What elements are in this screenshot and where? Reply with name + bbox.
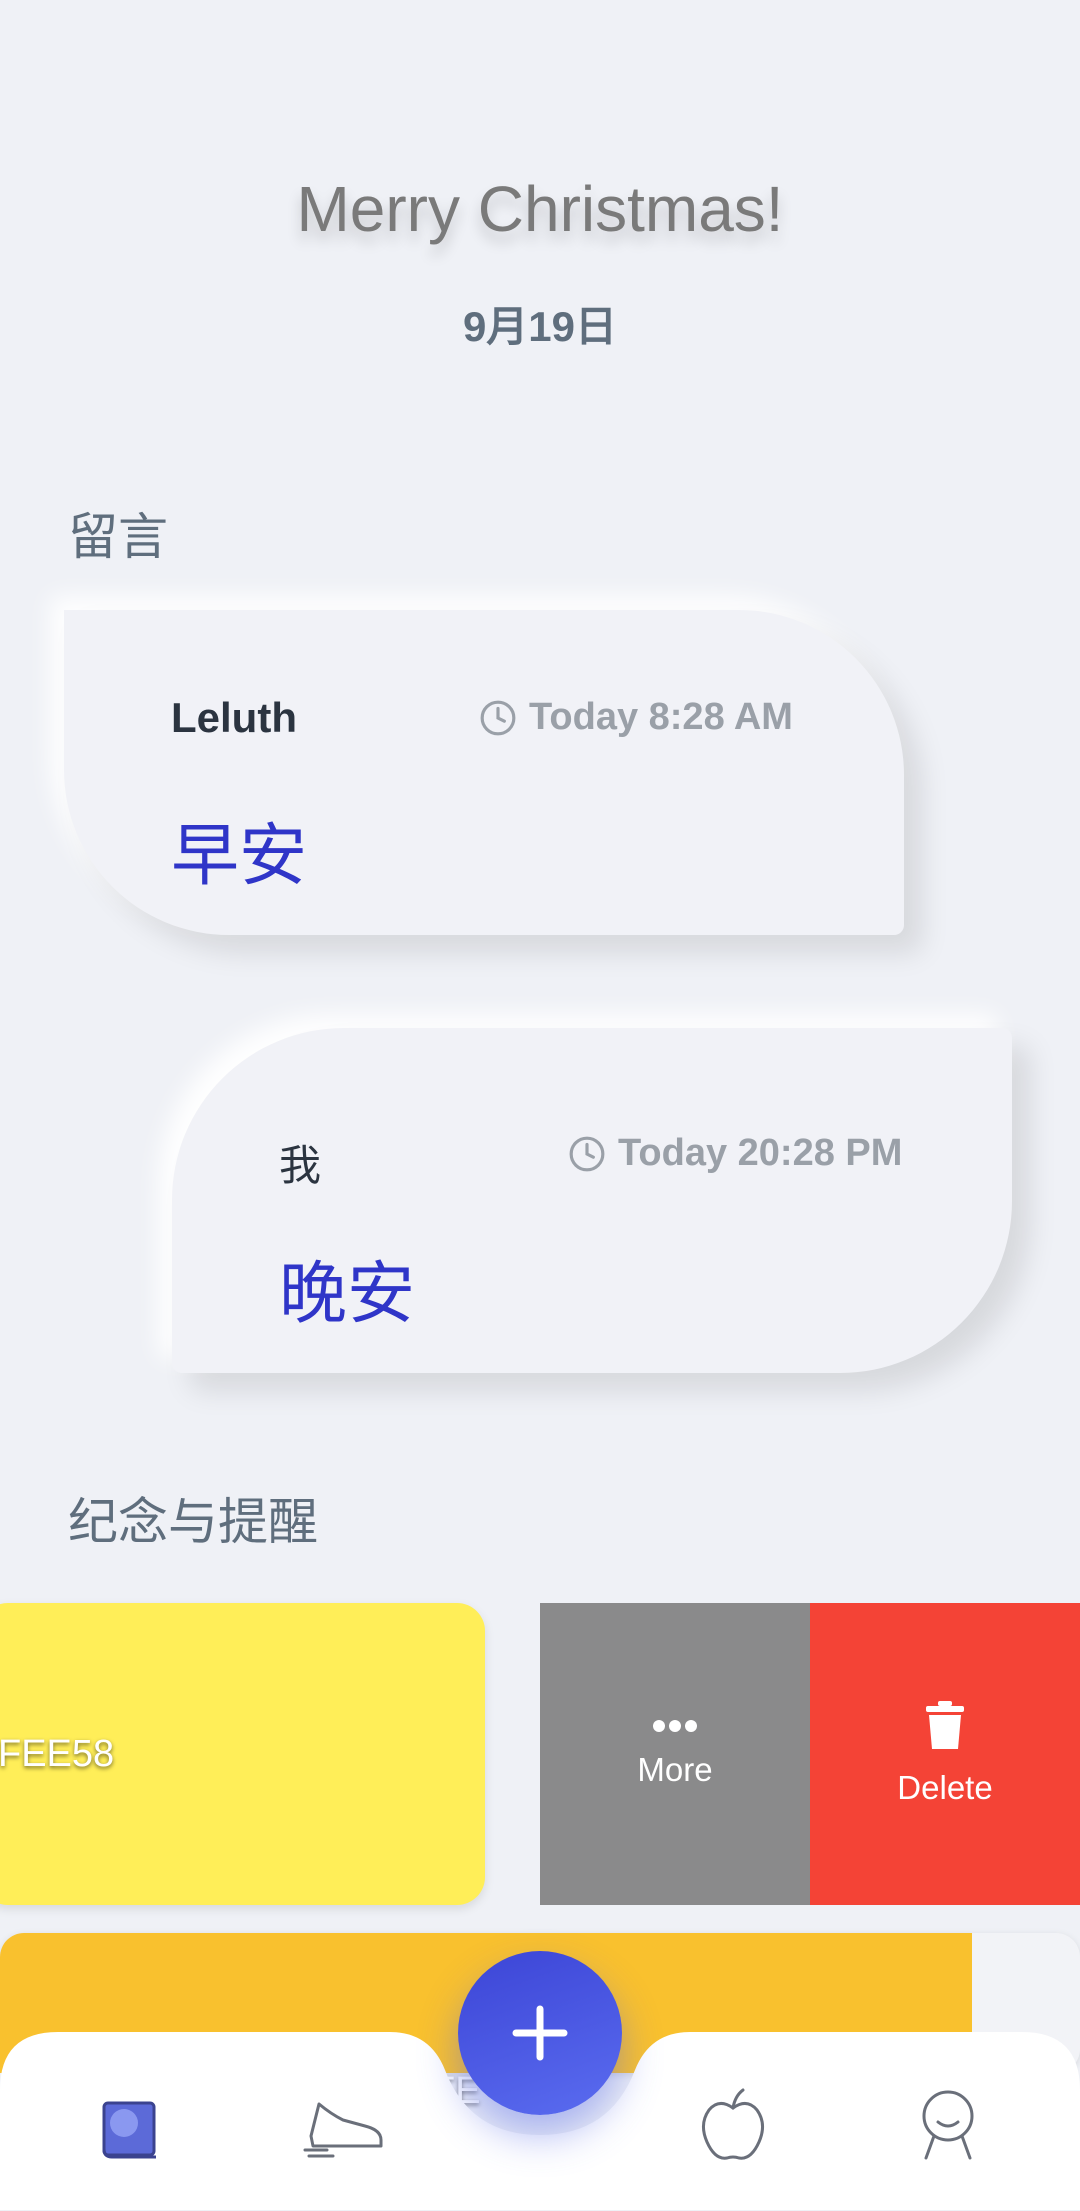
more-button[interactable]: More	[540, 1603, 810, 1905]
nav-profile[interactable]	[898, 2070, 998, 2180]
message-card[interactable]: 我 Today 20:28 PM 晚安	[172, 1028, 1012, 1373]
sneaker-icon	[303, 2102, 383, 2158]
plus-icon	[512, 2005, 568, 2061]
message-time: Today 8:28 AM	[479, 696, 793, 739]
message-text: 晚安	[279, 1256, 416, 1332]
reminder-color-text: FEE58	[0, 1732, 115, 1775]
delete-label: Delete	[897, 1769, 993, 1806]
message-card[interactable]: Leluth Today 8:28 AM 早安	[64, 610, 904, 935]
apple-icon	[702, 2088, 764, 2160]
message-author: Leluth	[171, 694, 297, 741]
messages-section-title: 留言	[68, 509, 168, 565]
profile-icon	[922, 2090, 974, 2160]
reminders-section-title: 纪念与提醒	[68, 1494, 318, 1550]
message-author: 我	[279, 1142, 322, 1189]
trash-icon	[926, 1701, 964, 1749]
clock-icon	[569, 1136, 605, 1171]
message-time-text: Today 8:28 AM	[529, 696, 793, 738]
message-time: Today 20:28 PM	[568, 1132, 902, 1175]
nav-diet[interactable]	[683, 2070, 783, 2180]
add-button[interactable]	[458, 1951, 622, 2115]
page-title: Merry Christmas!	[296, 173, 784, 245]
message-time-text: Today 20:28 PM	[618, 1132, 903, 1174]
clock-icon	[480, 700, 516, 735]
more-dots-icon	[653, 1720, 697, 1732]
more-label: More	[637, 1751, 713, 1788]
message-text: 早安	[171, 818, 308, 894]
page-date: 9月19日	[462, 303, 618, 350]
delete-button[interactable]: Delete	[810, 1603, 1080, 1905]
nav-exercise[interactable]	[295, 2070, 395, 2180]
journal-icon	[102, 2101, 156, 2159]
reminder-card[interactable]: FEE58	[0, 1603, 485, 1905]
nav-journal[interactable]	[80, 2070, 180, 2180]
